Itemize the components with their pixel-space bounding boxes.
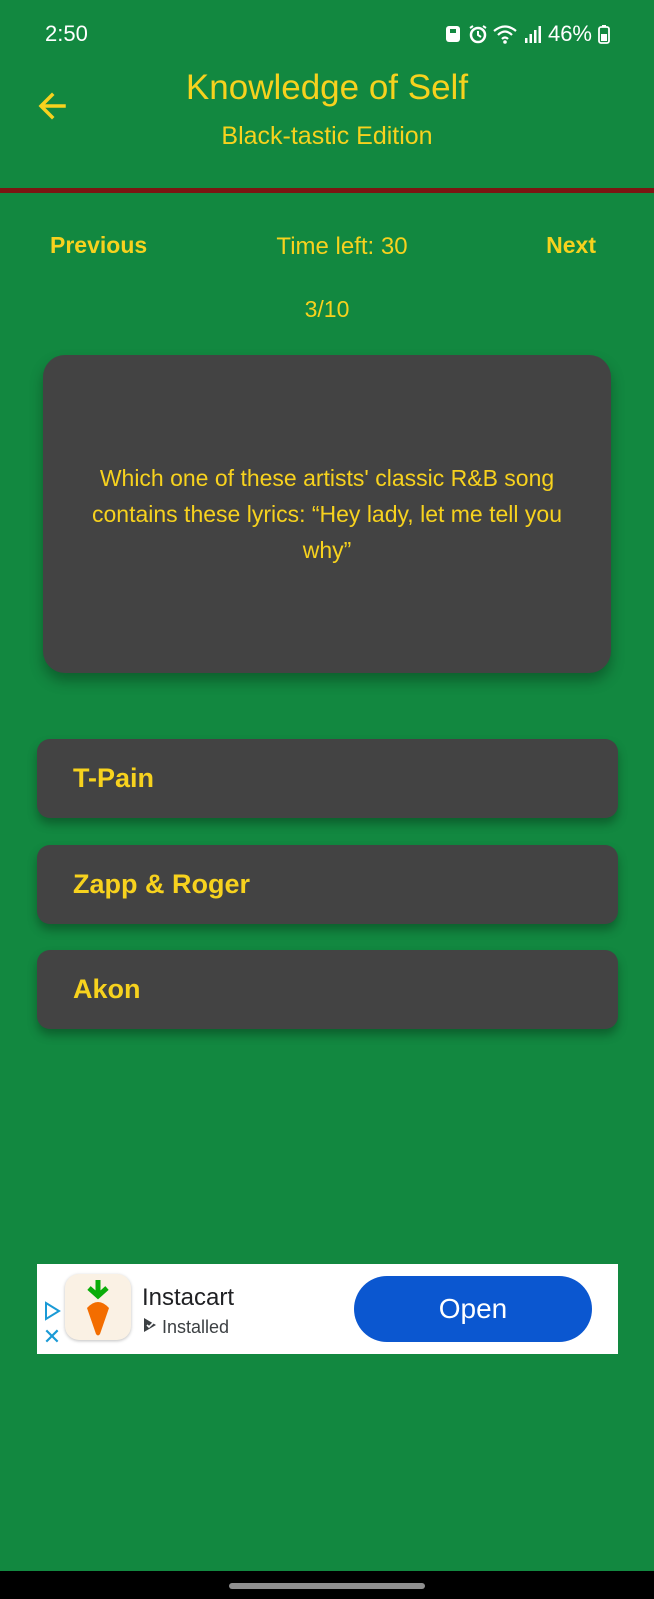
save-icon — [444, 24, 462, 44]
question-text: Which one of these artists' classic R&B … — [92, 465, 562, 563]
ad-installed-status: Installed — [142, 1317, 229, 1338]
app-bar: Knowledge of Self Black-tastic Edition — [0, 66, 654, 188]
next-button[interactable]: Next — [546, 232, 596, 259]
status-icons: 46% — [444, 21, 610, 47]
ad-app-name: Instacart — [142, 1284, 235, 1311]
status-bar: 2:50 46% — [0, 0, 654, 66]
status-time: 2:50 — [45, 21, 88, 46]
signal-icon — [524, 24, 542, 44]
ad-installed-label: Installed — [162, 1317, 230, 1337]
question-card: Which one of these artists' classic R&B … — [43, 355, 611, 673]
answer-option-1[interactable]: T-Pain — [37, 739, 618, 818]
app-bar-divider — [0, 188, 654, 193]
answer-option-3[interactable]: Akon — [37, 950, 618, 1029]
system-nav-bar — [0, 1571, 654, 1599]
alarm-icon — [468, 24, 487, 44]
wifi-icon — [492, 24, 518, 44]
battery-percentage: 46% — [547, 21, 592, 46]
question-counter: 3/10 — [304, 296, 350, 322]
instacart-logo-icon[interactable] — [65, 1274, 131, 1340]
battery-icon — [598, 24, 610, 44]
page-title: Knowledge of Self — [185, 68, 469, 107]
page-subtitle: Black-tastic Edition — [221, 122, 433, 150]
answer-option-2[interactable]: Zapp & Roger — [37, 845, 618, 924]
quiz-screen: 2:50 46% Knowledge of Self Black-tastic … — [0, 0, 654, 1599]
play-store-icon — [142, 1317, 158, 1338]
ad-close-icon[interactable]: ✕ — [41, 1326, 63, 1348]
ad-choices-icon[interactable] — [41, 1300, 63, 1322]
ad-banner[interactable]: ✕ Instacart Installed Open — [37, 1264, 618, 1354]
home-indicator[interactable] — [229, 1583, 425, 1589]
ad-open-button[interactable]: Open — [354, 1276, 592, 1342]
